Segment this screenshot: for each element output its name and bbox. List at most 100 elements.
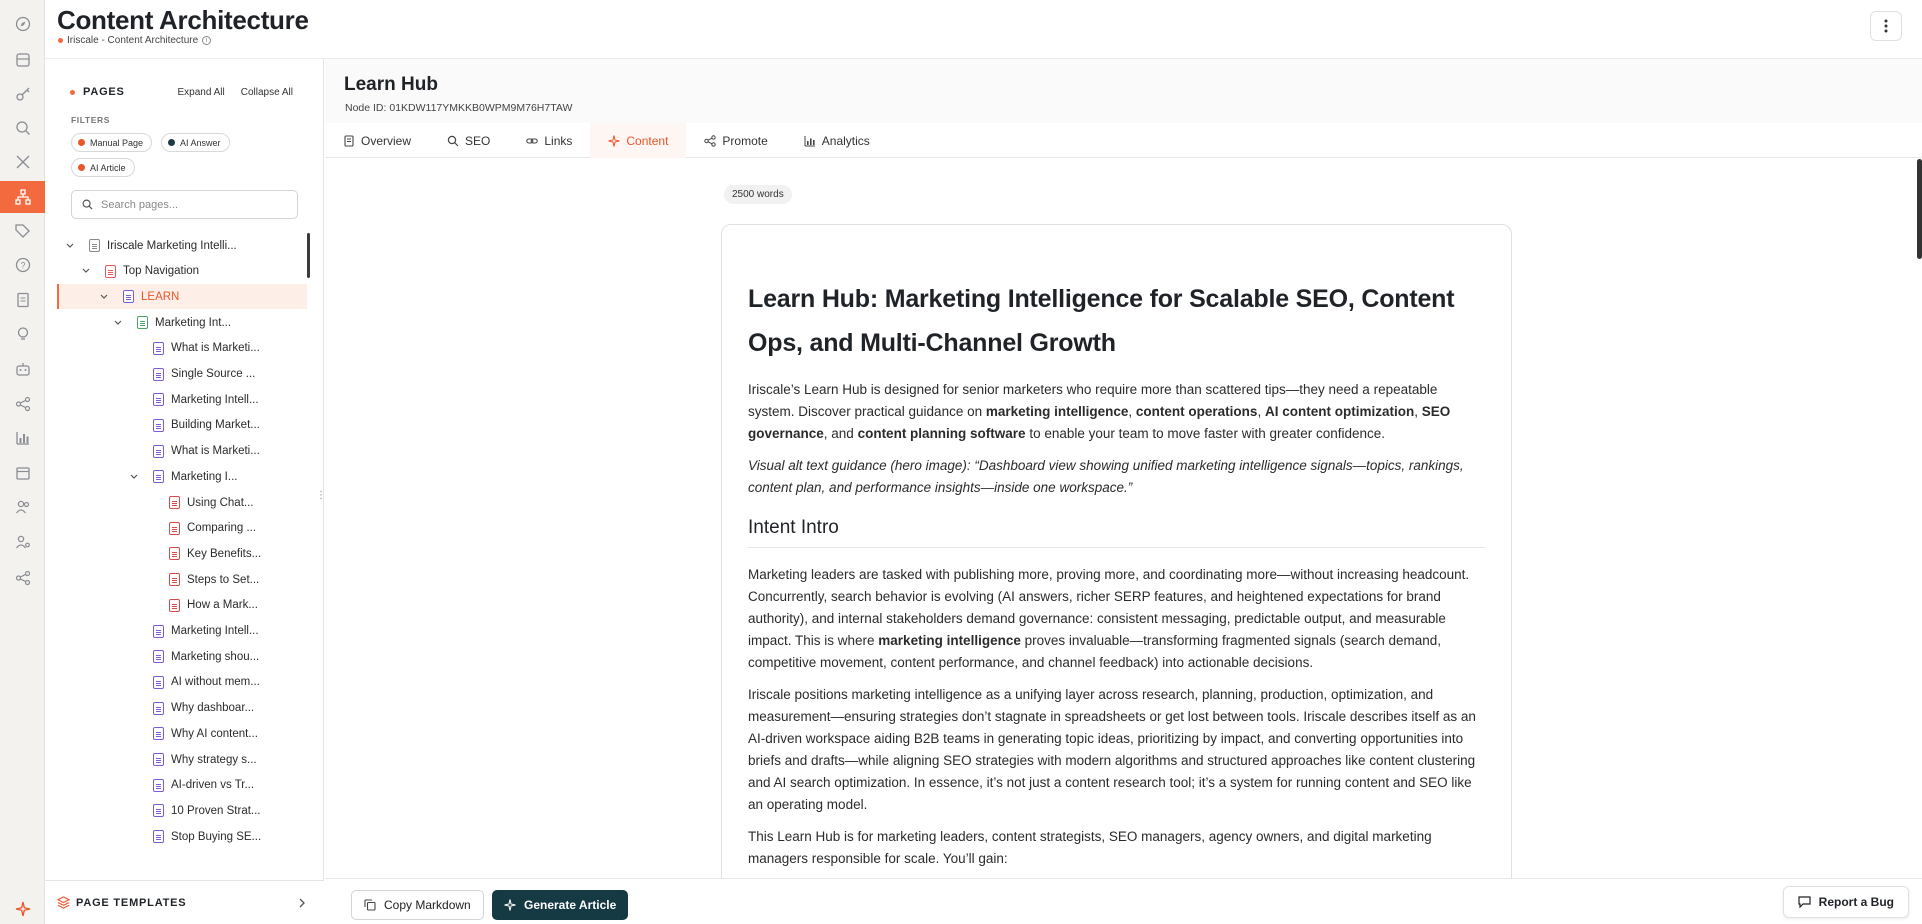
- tree-item[interactable]: Using Chat...: [57, 490, 307, 515]
- tree-item-label: Using Chat...: [187, 496, 254, 509]
- filter-chip-ai-article[interactable]: AI Article: [71, 158, 135, 177]
- rail-robot-button[interactable]: [0, 353, 45, 385]
- tree-item-label: Single Source ...: [171, 368, 256, 380]
- tab-analytics[interactable]: Analytics: [786, 123, 888, 158]
- tree-item[interactable]: How a Mark...: [57, 593, 307, 618]
- page-icon: [169, 573, 180, 587]
- tree-item[interactable]: Key Benefits...: [57, 541, 307, 566]
- tab-promote[interactable]: Promote: [686, 123, 785, 158]
- document-icon: [344, 134, 354, 147]
- rail-document-button[interactable]: [0, 284, 45, 316]
- tree-item[interactable]: Single Source ...: [57, 362, 307, 387]
- page-tree: Iriscale Marketing Intelli... Top Navigat…: [57, 233, 307, 843]
- tab-overview[interactable]: Overview: [325, 123, 429, 158]
- tree-item[interactable]: Marketing I...: [57, 464, 307, 489]
- page-icon: [105, 264, 116, 278]
- tag-icon: [14, 224, 30, 238]
- info-icon[interactable]: i: [202, 36, 212, 45]
- tree-item[interactable]: Why strategy s...: [57, 747, 307, 772]
- rail-tools-button[interactable]: [0, 146, 45, 178]
- article-title: Learn Hub: Marketing Intelligence for Sc…: [748, 285, 1455, 357]
- search-icon: [447, 135, 459, 146]
- tree-item[interactable]: Marketing shou...: [57, 644, 307, 669]
- rail-search-button[interactable]: [0, 112, 45, 144]
- tree-item[interactable]: Top Navigation: [57, 259, 307, 284]
- page-search-box[interactable]: [71, 190, 298, 219]
- tab-seo[interactable]: SEO: [429, 123, 508, 158]
- content-scroll-area[interactable]: 2500 words Learn Hub: Marketing Intellig…: [325, 159, 1922, 878]
- rail-user-settings-button[interactable]: [0, 526, 45, 558]
- tree-item[interactable]: What is Marketi...: [57, 439, 307, 464]
- tree-item-label: AI without mem...: [171, 676, 260, 689]
- expand-all-button[interactable]: Expand All: [177, 87, 224, 98]
- tree-scrollbar[interactable]: [307, 233, 310, 278]
- tree-item[interactable]: 10 Proven Strat...: [57, 798, 307, 823]
- page-icon: [153, 675, 164, 689]
- article-paragraph: Iriscale positions marketing intelligenc…: [748, 687, 1476, 812]
- page-icon: [153, 804, 164, 818]
- rail-help-button[interactable]: ?: [0, 249, 45, 281]
- tab-content[interactable]: Content: [590, 123, 687, 158]
- rail-chart-button[interactable]: [0, 422, 45, 454]
- tree-item-label: Key Benefits...: [187, 547, 262, 560]
- report-bug-button[interactable]: Report a Bug: [1782, 886, 1909, 918]
- robot-icon: [15, 363, 30, 376]
- tree-item-label: Marketing Intell...: [171, 393, 259, 406]
- more-options-button[interactable]: [1870, 11, 1902, 41]
- rail-sitemap-button[interactable]: [0, 181, 45, 213]
- page-title: Learn Hub: [344, 74, 438, 95]
- database-icon: [15, 53, 30, 67]
- tree-item-label: Marketing shou...: [171, 650, 260, 663]
- tree-item[interactable]: AI without mem...: [57, 670, 307, 695]
- filter-chip-manual-page[interactable]: Manual Page: [71, 133, 153, 152]
- chevron-down-icon[interactable]: [65, 241, 75, 251]
- rail-database-button[interactable]: [0, 44, 45, 76]
- page-templates-section[interactable]: PAGE TEMPLATES: [45, 880, 324, 924]
- tab-links[interactable]: Links: [508, 123, 590, 158]
- rail-calendar-button[interactable]: [0, 457, 45, 489]
- tree-item[interactable]: Stop Buying SE...: [57, 824, 307, 843]
- chip-label: Manual Page: [90, 137, 144, 148]
- content-scrollbar[interactable]: [1917, 159, 1922, 259]
- tree-item[interactable]: Comparing ...: [57, 516, 307, 541]
- chevron-down-icon[interactable]: [113, 318, 123, 328]
- rail-key-button[interactable]: [0, 78, 45, 110]
- tree-item[interactable]: What is Marketi...: [57, 336, 307, 361]
- tree-item[interactable]: Iriscale Marketing Intelli...: [57, 233, 307, 258]
- rail-users-button[interactable]: [0, 491, 45, 523]
- rail-compass-button[interactable]: [0, 8, 45, 40]
- tree-item-label: LEARN: [141, 290, 180, 303]
- rail-share-button[interactable]: [0, 388, 45, 420]
- copy-markdown-button[interactable]: Copy Markdown: [351, 890, 484, 920]
- chevron-right-icon: [299, 898, 305, 908]
- article-paragraph: Iriscale’s Learn Hub is designed for sen…: [748, 382, 1451, 441]
- rail-tag-button[interactable]: [0, 215, 45, 247]
- tree-item-label: What is Marketi...: [171, 445, 260, 458]
- article-paragraph: This Learn Hub is for marketing leaders,…: [748, 829, 1432, 866]
- collapse-all-button[interactable]: Collapse All: [241, 87, 293, 98]
- rail-logo-button[interactable]: [0, 893, 45, 924]
- generate-article-button[interactable]: Generate Article: [492, 890, 629, 920]
- tree-item[interactable]: Marketing Intell...: [57, 387, 307, 412]
- tree-item[interactable]: Steps to Set...: [57, 567, 307, 592]
- tree-item[interactable]: Marketing Int...: [57, 310, 307, 335]
- page-icon: [153, 753, 164, 766]
- tree-item[interactable]: Why dashboar...: [57, 696, 307, 721]
- tree-item[interactable]: Building Market...: [57, 413, 307, 438]
- bulb-icon: [17, 327, 28, 340]
- tree-item[interactable]: AI-driven vs Tr...: [57, 773, 307, 798]
- tree-item[interactable]: LEARN: [57, 284, 307, 310]
- page-search-input[interactable]: [101, 198, 281, 211]
- page-icon: [153, 624, 164, 638]
- rail-network-button[interactable]: [0, 562, 45, 594]
- copy-markdown-label: Copy Markdown: [384, 898, 471, 912]
- chevron-down-icon[interactable]: [81, 266, 91, 276]
- chevron-down-icon[interactable]: [129, 472, 139, 482]
- rail-bulb-button[interactable]: [0, 318, 45, 350]
- layers-icon: [57, 896, 70, 909]
- chevron-down-icon[interactable]: [99, 292, 109, 302]
- tree-item[interactable]: Why AI content...: [57, 721, 307, 746]
- tree-item[interactable]: Marketing Intell...: [57, 619, 307, 644]
- pages-dot: [70, 89, 75, 95]
- filter-chip-ai-answer[interactable]: AI Answer: [161, 133, 230, 152]
